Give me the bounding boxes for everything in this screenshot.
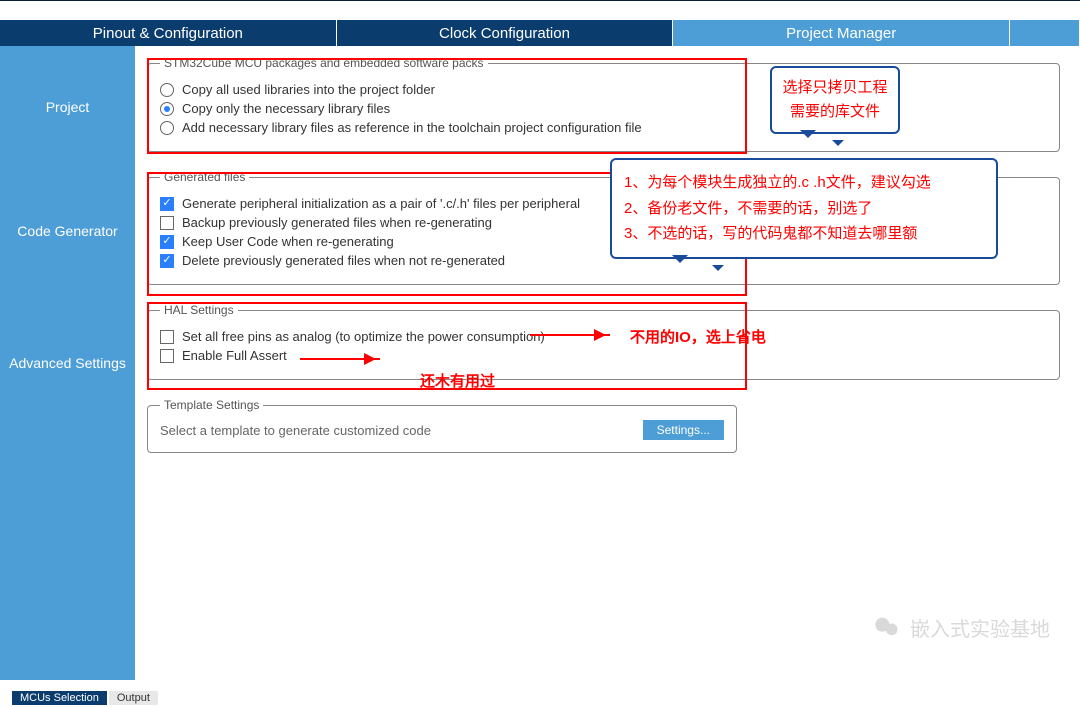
callout-packages: 选择只拷贝工程 需要的库文件 <box>770 66 900 134</box>
tab-pinout[interactable]: Pinout & Configuration <box>0 20 337 46</box>
bottom-tab-output[interactable]: Output <box>109 691 158 705</box>
sidebar: Project Code Generator Advanced Settings <box>0 46 135 680</box>
check-set-analog[interactable] <box>160 330 174 344</box>
arrow-io <box>530 334 610 336</box>
callout-generated: 1、为每个模块生成独立的.c .h文件，建议勾选 2、备份老文件，不需要的话，别… <box>610 158 998 259</box>
check-backup[interactable] <box>160 216 174 230</box>
label-backup[interactable]: Backup previously generated files when r… <box>182 215 492 230</box>
radio-copy-necessary[interactable] <box>160 102 174 116</box>
annotation-io: 不用的IO，选上省电 <box>630 326 766 347</box>
sidebar-item-code-generator[interactable]: Code Generator <box>0 168 135 293</box>
watermark: 嵌入式实验基地 <box>872 612 1050 642</box>
label-copy-necessary[interactable]: Copy only the necessary library files <box>182 101 390 116</box>
radio-add-reference[interactable] <box>160 121 174 135</box>
watermark-text: 嵌入式实验基地 <box>910 613 1050 642</box>
label-copy-all[interactable]: Copy all used libraries into the project… <box>182 82 435 97</box>
settings-button[interactable]: Settings... <box>643 420 724 440</box>
bottom-tabs: MCUs Selection Output <box>12 691 158 705</box>
wechat-icon <box>872 612 902 642</box>
generated-legend: Generated files <box>160 170 249 184</box>
template-fieldset: Template Settings Select a template to g… <box>147 398 737 453</box>
arrow-assert <box>300 358 380 360</box>
callout2-line1: 1、为每个模块生成独立的.c .h文件，建议勾选 <box>624 170 984 196</box>
bottom-tab-mcus[interactable]: MCUs Selection <box>12 691 107 705</box>
template-legend: Template Settings <box>160 398 263 412</box>
annotation-assert: 还木有用过 <box>420 370 495 391</box>
label-add-reference[interactable]: Add necessary library files as reference… <box>182 120 642 135</box>
tab-filler <box>1010 20 1080 46</box>
template-text: Select a template to generate customized… <box>160 423 431 438</box>
radio-copy-all[interactable] <box>160 83 174 97</box>
hal-legend: HAL Settings <box>160 303 238 317</box>
callout2-line2: 2、备份老文件，不需要的话，别选了 <box>624 196 984 222</box>
window-top-border <box>0 0 1080 20</box>
callout1-line1: 选择只拷贝工程 <box>780 76 890 100</box>
label-delete-prev[interactable]: Delete previously generated files when n… <box>182 253 505 268</box>
check-generate-pair[interactable] <box>160 197 174 211</box>
callout2-line3: 3、不选的话，写的代码鬼都不知道去哪里额 <box>624 221 984 247</box>
sidebar-item-advanced-settings[interactable]: Advanced Settings <box>0 293 135 433</box>
callout1-line2: 需要的库文件 <box>780 100 890 124</box>
check-keep-user-code[interactable] <box>160 235 174 249</box>
check-full-assert[interactable] <box>160 349 174 363</box>
packages-legend: STM32Cube MCU packages and embedded soft… <box>160 56 488 70</box>
label-generate-pair[interactable]: Generate peripheral initialization as a … <box>182 196 580 211</box>
main-tabs: Pinout & Configuration Clock Configurati… <box>0 20 1080 46</box>
packages-fieldset: STM32Cube MCU packages and embedded soft… <box>147 56 1060 152</box>
hal-fieldset: HAL Settings Set all free pins as analog… <box>147 303 1060 380</box>
content-panel: STM32Cube MCU packages and embedded soft… <box>135 46 1080 680</box>
tab-project-manager[interactable]: Project Manager <box>673 20 1010 46</box>
sidebar-item-project[interactable]: Project <box>0 46 135 168</box>
label-full-assert[interactable]: Enable Full Assert <box>182 348 287 363</box>
sidebar-filler <box>0 433 135 680</box>
label-set-analog[interactable]: Set all free pins as analog (to optimize… <box>182 329 545 344</box>
label-keep-user-code[interactable]: Keep User Code when re-generating <box>182 234 394 249</box>
check-delete-prev[interactable] <box>160 254 174 268</box>
tab-clock[interactable]: Clock Configuration <box>337 20 674 46</box>
